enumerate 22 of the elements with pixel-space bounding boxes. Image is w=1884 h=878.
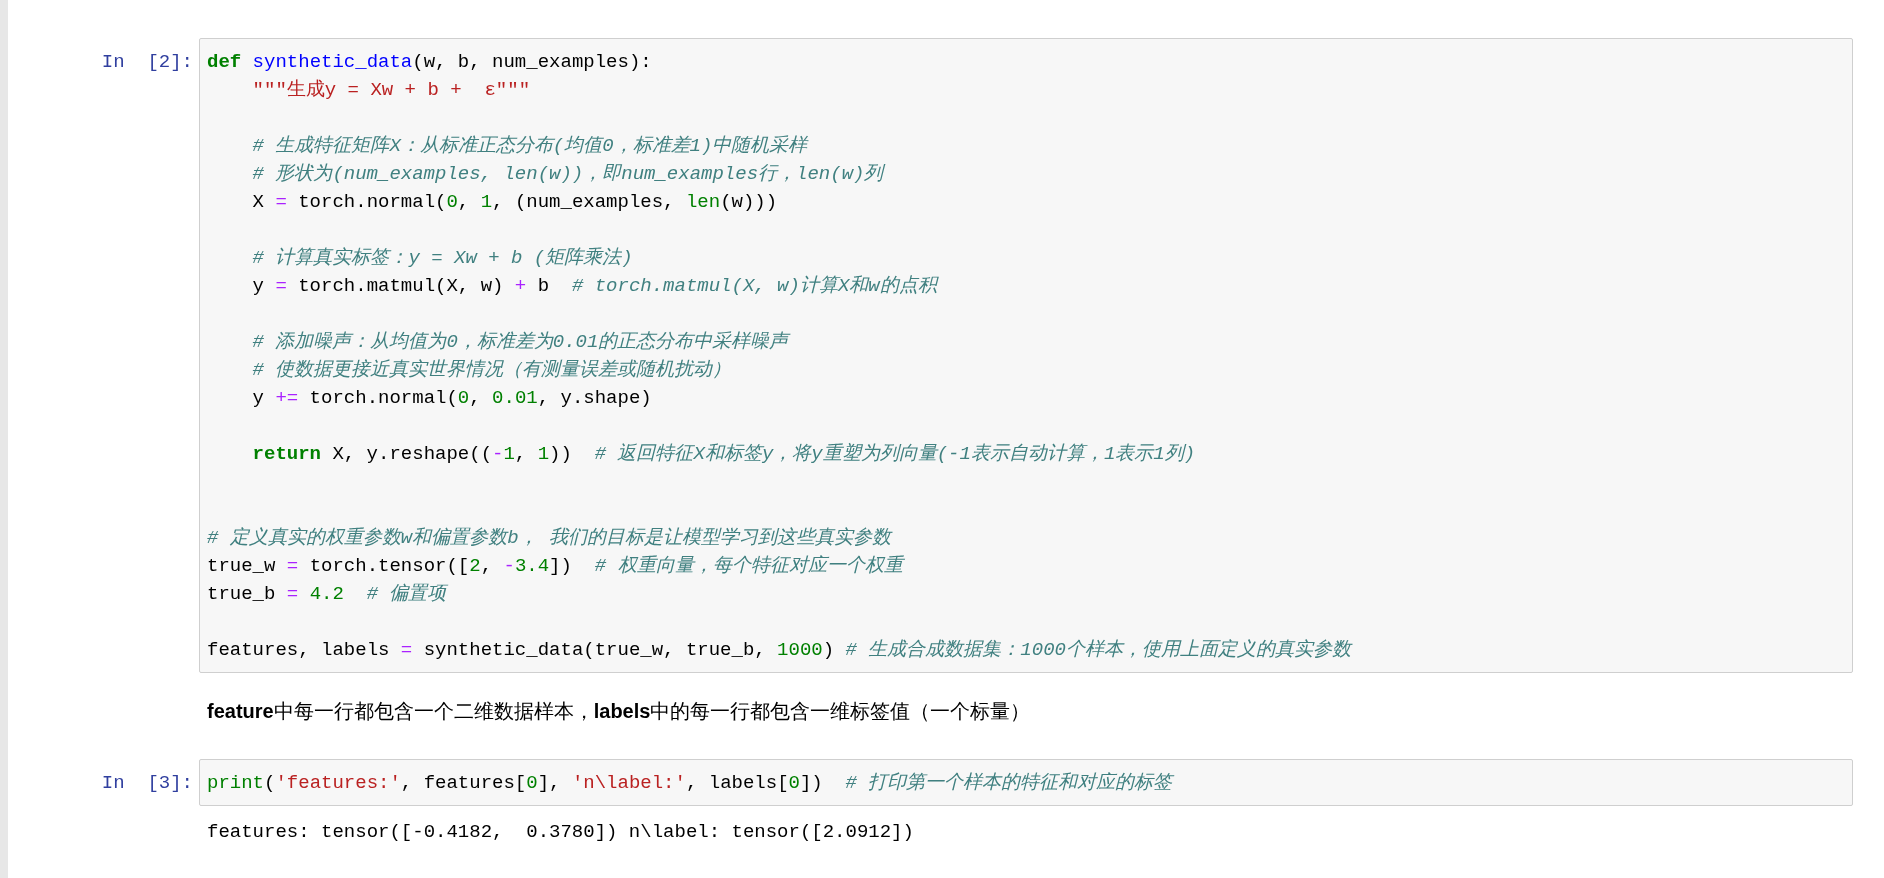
code-cell[interactable] — [199, 38, 1853, 673]
code-line: # 定义真实的权重参数w和偏置参数b， 我们的目标是让模型学习到这些真实参数 — [207, 526, 891, 551]
code-line: y += torch.normal(0, 0.01, y.shape) — [252, 386, 652, 411]
code-cell[interactable]: print('features:', features[0], 'n\label:', labels[0]) # 打印第一个样本的特征和对应的标签 — [199, 759, 1853, 806]
code-line: def synthetic_data(w, b, num_examples): — [207, 50, 652, 75]
code-line: true_w = torch.tensor([2, -3.4]) # 权重向量，每个特征对应一个权重 — [207, 554, 903, 579]
code-line: # 形状为(num_examples, len(w))，即num_examples行，len(w)列 — [252, 162, 884, 187]
code-line: """生成y = Xw + b + ε""" — [252, 78, 531, 103]
code-line: true_b = 4.2 # 偏置项 — [207, 582, 447, 607]
code-line: return X, y.reshape((-1, 1)) # 返回特征X和标签y，将y重塑为列向量(-1表示自动计算，1表示1列) — [252, 442, 1196, 467]
code-line: print('features:', features[0], 'n\label:', labels[0]) # 打印第一个样本的特征和对应的标签 — [207, 771, 1173, 796]
input-prompt: In [2]: — [101, 50, 194, 75]
code-line: # 添加噪声：从均值为0，标准差为0.01的正态分布中采样噪声 — [252, 330, 789, 355]
markdown-text: feature中每一行都包含一个二维数据样本，labels中的每一行都包含一维标签值（一个标量） — [206, 699, 1032, 724]
code-line: # 生成特征矩阵X：从标准正态分布(均值0，标准差1)中随机采样 — [252, 134, 808, 159]
cell-output: features: tensor([-0.4182, 0.3780]) n\label: tensor([2.0912]) — [206, 820, 915, 845]
code-line: y = torch.matmul(X, w) + b # torch.matmul(X, w)计算X和w的点积 — [252, 274, 937, 299]
code-line: # 计算真实标签：y = Xw + b (矩阵乘法) — [252, 246, 633, 271]
input-prompt: In [3]: — [101, 771, 194, 796]
code-line: # 使数据更接近真实世界情况（有测量误差或随机扰动） — [252, 358, 732, 383]
code-line: features, labels = synthetic_data(true_w, true_b, 1000) # 生成合成数据集：1000个样本，使用上面定义的真实参数 — [207, 638, 1351, 663]
code-line: X = torch.normal(0, 1, (num_examples, len(w))) — [252, 190, 778, 215]
